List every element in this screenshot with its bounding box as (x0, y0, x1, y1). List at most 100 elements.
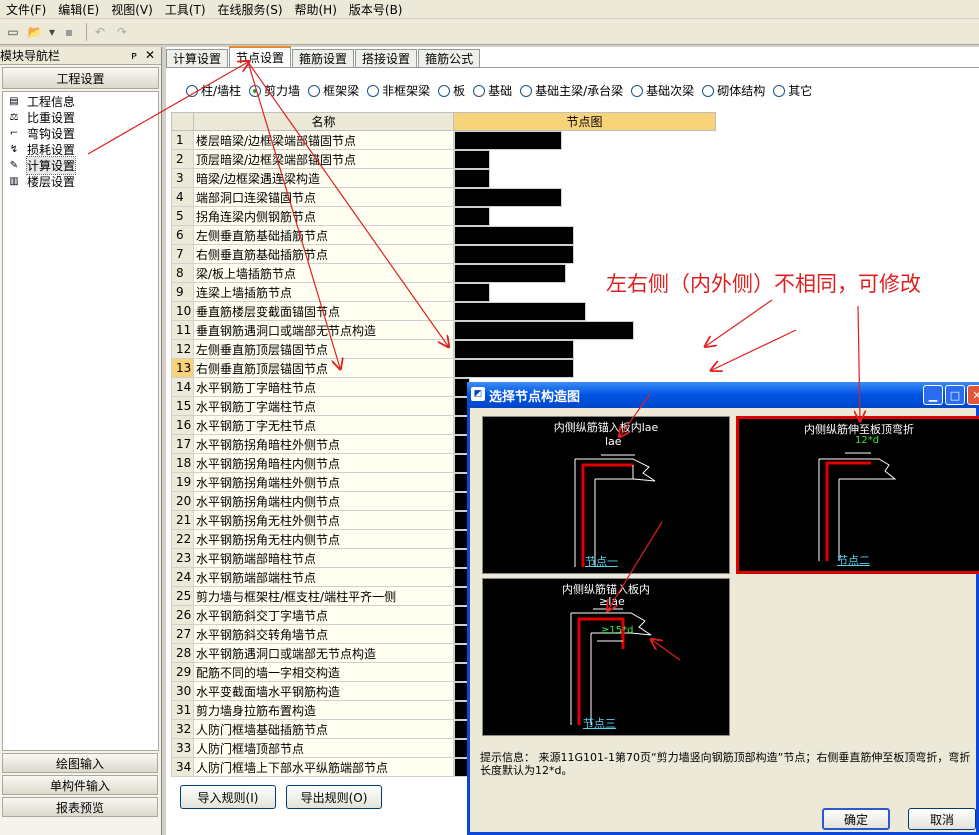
cell-name[interactable]: 水平钢筋拐角端柱内侧节点 (193, 491, 454, 511)
cell-name[interactable]: 剪力墙与框架柱/框支柱/端柱平齐一侧 (193, 586, 454, 606)
radio-dot[interactable] (438, 84, 451, 97)
cell-name[interactable]: 端部洞口连梁锚固节点 (193, 187, 454, 207)
radio-4[interactable]: 板 (438, 82, 465, 99)
cancel-button[interactable]: 取消 (908, 808, 976, 830)
radio-2[interactable]: 框架梁 (308, 82, 359, 99)
cell-name[interactable]: 顶层暗梁/边框梁端部锚固节点 (193, 149, 454, 169)
radio-9[interactable]: 其它 (773, 82, 812, 99)
table-row[interactable]: 1 楼层暗梁/边框梁端部锚固节点 楼层暗梁端部节点4 (171, 130, 716, 150)
cell-name[interactable]: 水平钢筋拐角端柱外侧节点 (193, 472, 454, 492)
radio-3[interactable]: 非框架梁 (367, 82, 430, 99)
node-option-3[interactable]: 内侧纵筋锚入板内 ≥lae ≥15*d 节点三 (482, 578, 730, 736)
tab-2[interactable]: 箍筋设置 (292, 49, 355, 67)
radio-0[interactable]: 柱/墙柱 (186, 82, 241, 99)
table-row[interactable]: 13 右侧垂直筋顶层锚固节点 右侧垂直筋顶层节点2 (171, 358, 716, 378)
redo-icon[interactable]: ↷ (113, 23, 131, 41)
import-rules-button[interactable]: 导入规则(I) (180, 785, 276, 809)
menu-item-1[interactable]: 编辑(E) (52, 1, 105, 18)
menu-item-6[interactable]: 版本号(B) (343, 1, 409, 18)
cell-node[interactable]: 节点1 (454, 149, 490, 169)
nav-item-0[interactable]: ▤ 工程信息 (3, 93, 158, 109)
cell-name[interactable]: 右侧垂直筋基础插筋节点 (193, 244, 454, 264)
nav-item-3[interactable]: ↯ 损耗设置 (3, 141, 158, 157)
radio-dot[interactable] (773, 84, 786, 97)
radio-5[interactable]: 基础 (473, 82, 512, 99)
nav-item-5[interactable]: ▥ 楼层设置 (3, 173, 158, 189)
pin-icon[interactable]: ᴘ (131, 49, 137, 62)
export-rules-button[interactable]: 导出规则(O) (286, 785, 382, 809)
cell-name[interactable]: 水平钢筋拐角无柱内侧节点 (193, 529, 454, 549)
cell-name[interactable]: 水平钢筋丁字无柱节点 (193, 415, 454, 435)
cell-name[interactable]: 左侧垂直筋顶层锚固节点 (193, 339, 454, 359)
table-row[interactable]: 3 暗梁/边框梁遇连梁构造 节点1 (171, 168, 716, 188)
cell-name[interactable]: 人防门框墙上下部水平纵筋端部节点 (193, 757, 454, 777)
radio-7[interactable]: 基础次梁 (631, 82, 694, 99)
cell-name[interactable]: 水平钢筋斜交丁字墙节点 (193, 605, 454, 625)
close-icon[interactable]: ✕ (145, 48, 155, 62)
cell-name[interactable]: 人防门框墙基础插筋节点 (193, 719, 454, 739)
cell-name[interactable]: 配筋不同的墙一字相交构造 (193, 662, 454, 682)
cell-node[interactable]: 垂直筋楼层变截面节点3 (454, 301, 586, 321)
node1-label[interactable]: 节点一 (585, 553, 618, 569)
open-icon[interactable]: 📂 (26, 23, 44, 41)
cell-node[interactable]: 右侧垂直筋顶层节点2 (454, 358, 574, 378)
cell-node[interactable]: 右侧垂直筋插筋节点1 (454, 244, 574, 264)
cell-name[interactable]: 连梁上墙插筋节点 (193, 282, 454, 302)
menu-item-0[interactable]: 文件(F) (0, 1, 52, 18)
radio-dot[interactable] (473, 84, 486, 97)
menu-item-2[interactable]: 视图(V) (105, 1, 159, 18)
tab-4[interactable]: 箍筋公式 (418, 49, 481, 67)
cell-node[interactable]: 节点1 (454, 206, 490, 226)
cell-name[interactable]: 左侧垂直筋基础插筋节点 (193, 225, 454, 245)
radio-8[interactable]: 砌体结构 (702, 82, 765, 99)
cell-name[interactable]: 水平变截面墙水平钢筋构造 (193, 681, 454, 701)
radio-dot[interactable] (249, 84, 262, 97)
minimize-icon[interactable]: ▁ (923, 385, 943, 405)
cell-name[interactable]: 人防门框墙顶部节点 (193, 738, 454, 758)
cell-name[interactable]: 水平钢筋拐角暗柱外侧节点 (193, 434, 454, 454)
cell-node[interactable]: 左侧垂直筋插筋节点1 (454, 225, 574, 245)
ok-button[interactable]: 确定 (822, 808, 890, 830)
radio-dot[interactable] (520, 84, 533, 97)
radio-1[interactable]: 剪力墙 (249, 82, 300, 99)
node-option-1[interactable]: 内侧纵筋锚入板内lae lae 节点一 (482, 416, 730, 574)
radio-dot[interactable] (367, 84, 380, 97)
cell-node[interactable]: 楼层暗梁端部节点4 (454, 131, 562, 150)
cell-node[interactable]: 端部洞口连梁节点1 (454, 187, 562, 207)
table-row[interactable]: 10 垂直筋楼层变截面锚固节点 垂直筋楼层变截面节点3 (171, 301, 716, 321)
cell-name[interactable]: 水平钢筋端部暗柱节点 (193, 548, 454, 568)
cell-name[interactable]: 暗梁/边框梁遇连梁构造 (193, 168, 454, 188)
cell-node[interactable]: 梁/板上墙插筋节点1 (454, 263, 566, 283)
table-row[interactable]: 11 垂直钢筋遇洞口或端部无节点构造 垂直筋遇洞口或端部无节点构造2 (171, 320, 716, 340)
cell-name[interactable]: 剪力墙身拉筋布置构造 (193, 700, 454, 720)
table-row[interactable]: 7 右侧垂直筋基础插筋节点 右侧垂直筋插筋节点1 (171, 244, 716, 264)
menu-item-3[interactable]: 工具(T) (159, 1, 212, 18)
open-dropdown-icon[interactable]: ▾ (48, 23, 56, 41)
node2-label[interactable]: 节点二 (837, 552, 870, 568)
nav-report-preview[interactable]: 报表预览 (2, 797, 158, 817)
cell-name[interactable]: 拐角连梁内侧钢筋节点 (193, 206, 454, 226)
cell-name[interactable]: 水平钢筋拐角暗柱内侧节点 (193, 453, 454, 473)
cell-node[interactable]: 节点2 (454, 282, 490, 302)
cell-name[interactable]: 梁/板上墙插筋节点 (193, 263, 454, 283)
save-icon[interactable]: ▪ (60, 23, 78, 41)
cell-name[interactable]: 水平钢筋端部端柱节点 (193, 567, 454, 587)
table-row[interactable]: 4 端部洞口连梁锚固节点 端部洞口连梁节点1 (171, 187, 716, 207)
cell-name[interactable]: 水平钢筋丁字暗柱节点 (193, 377, 454, 397)
cell-name[interactable]: 垂直钢筋遇洞口或端部无节点构造 (193, 320, 454, 340)
nav-drawing-input[interactable]: 绘图输入 (2, 753, 158, 773)
maximize-icon[interactable]: □ (945, 385, 965, 405)
cell-node[interactable]: 左侧垂直筋顶层节点2 (454, 339, 574, 359)
undo-icon[interactable]: ↶ (91, 23, 109, 41)
table-row[interactable]: 2 顶层暗梁/边框梁端部锚固节点 节点1 (171, 149, 716, 169)
new-icon[interactable]: ▭ (4, 23, 22, 41)
cell-name[interactable]: 楼层暗梁/边框梁端部锚固节点 (193, 130, 454, 150)
radio-6[interactable]: 基础主梁/承台梁 (520, 82, 623, 99)
cell-name[interactable]: 水平钢筋丁字端柱节点 (193, 396, 454, 416)
table-row[interactable]: 5 拐角连梁内侧钢筋节点 节点1 (171, 206, 716, 226)
cell-node[interactable]: 节点1 (454, 168, 490, 188)
nav-single-component-input[interactable]: 单构件输入 (2, 775, 158, 795)
menu-item-5[interactable]: 帮助(H) (289, 1, 343, 18)
nav-item-2[interactable]: ⌐ 弯钩设置 (3, 125, 158, 141)
radio-dot[interactable] (308, 84, 321, 97)
